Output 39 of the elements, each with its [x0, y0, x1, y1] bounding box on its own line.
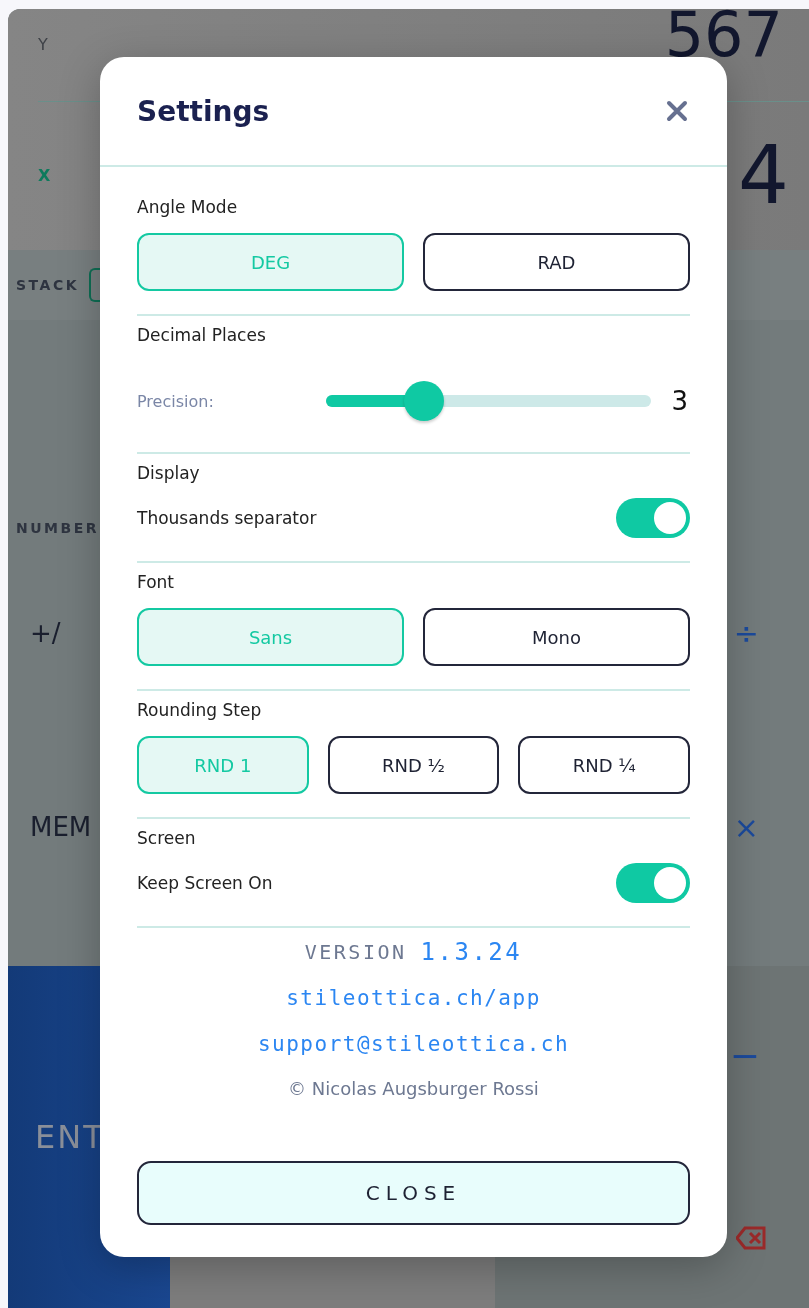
toggle-label: Thousands separator	[137, 508, 317, 528]
key-label: ENT	[35, 1118, 105, 1156]
slider-thumb[interactable]	[403, 381, 444, 421]
option-button[interactable]: RND ¼	[518, 736, 690, 794]
key-label[interactable]: MEM	[30, 812, 92, 842]
toggle-label: Keep Screen On	[137, 873, 273, 893]
section-title: Display	[137, 463, 201, 483]
stack-value: 4	[738, 135, 789, 216]
close-icon[interactable]	[665, 99, 689, 123]
toggle-switch[interactable]	[616, 863, 690, 903]
section-title: Rounding Step	[137, 700, 263, 720]
copyright-text: © Nicolas Augsburger Rossi	[288, 1078, 539, 1099]
version-label: VERSION	[304, 939, 407, 966]
section-title: Decimal Places	[137, 325, 267, 345]
dialog-title: Settings	[137, 94, 270, 128]
stack-label: Y	[38, 35, 48, 54]
option-button[interactable]: Sans	[137, 608, 404, 666]
option-button[interactable]: RND ½	[327, 736, 500, 794]
close-button[interactable]: CLOSE	[137, 1161, 690, 1225]
slider-label: Precision:	[137, 391, 215, 411]
section-title: Font	[137, 572, 175, 592]
stack-label: X	[38, 166, 51, 186]
link[interactable]: support@stileottica.ch	[257, 1030, 570, 1058]
key-label[interactable]: ÷	[733, 615, 759, 651]
section-title: Angle Mode	[137, 197, 239, 217]
key-label[interactable]: +/	[30, 618, 61, 648]
option-button[interactable]: DEG	[137, 233, 404, 291]
link[interactable]: stileottica.ch/app	[286, 984, 541, 1012]
section-label: STACK	[16, 277, 79, 293]
option-button[interactable]: RND 1	[137, 736, 309, 794]
toggle-switch[interactable]	[616, 498, 690, 538]
version-number: 1.3.24	[420, 938, 523, 966]
section-label: NUMBER	[16, 520, 101, 536]
key-label[interactable]: ×	[733, 809, 759, 845]
backspace-icon[interactable]	[736, 1226, 766, 1250]
slider-value: 3	[671, 386, 688, 416]
option-button[interactable]: Mono	[423, 608, 690, 666]
section-title: Screen	[137, 828, 197, 848]
option-button[interactable]: RAD	[423, 233, 690, 291]
